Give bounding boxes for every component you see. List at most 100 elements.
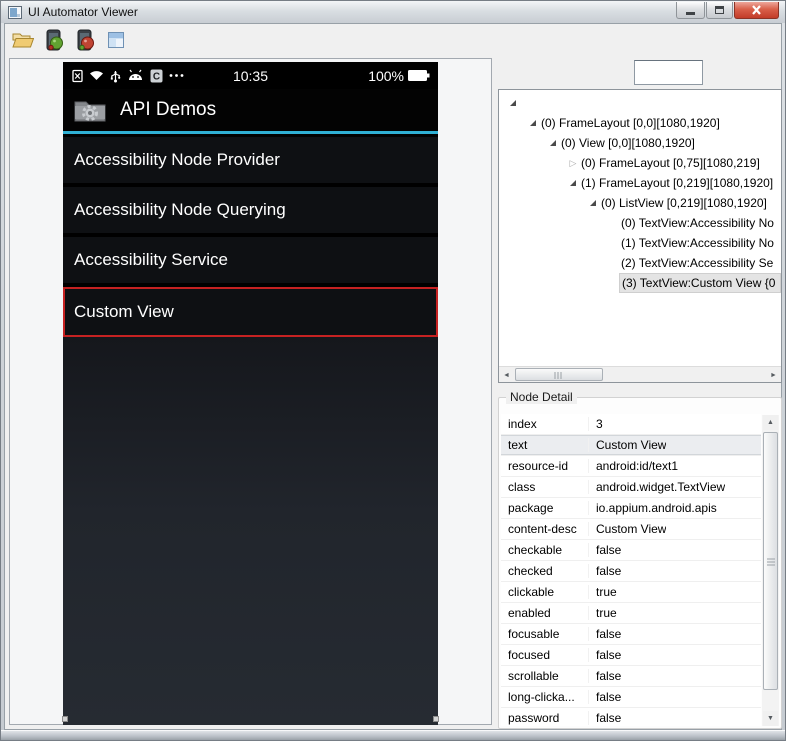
node-detail-value: true — [596, 606, 617, 620]
node-detail-key: enabled — [501, 606, 589, 620]
tree-node-label: (1) FrameLayout [0,219][1080,1920] — [581, 176, 774, 190]
node-detail-row[interactable]: class android.widget.TextView — [501, 477, 761, 498]
node-detail-value: false — [596, 627, 622, 641]
scroll-down-icon[interactable]: ▼ — [763, 711, 778, 726]
grip-icon — [554, 372, 564, 379]
save-screenshot-button[interactable] — [103, 27, 129, 53]
tree-expander-icon[interactable] — [547, 140, 559, 146]
tree-search-input[interactable] — [634, 60, 703, 85]
node-detail-row[interactable]: text Custom View — [501, 435, 761, 456]
device-list-item[interactable]: Accessibility Service — [63, 237, 438, 283]
node-detail-value: true — [596, 585, 617, 599]
close-icon — [752, 5, 761, 15]
node-detail-key: scrollable — [501, 669, 589, 683]
vscroll-thumb[interactable] — [763, 432, 778, 690]
tree-node-label: (2) TextView:Accessibility Se — [621, 256, 774, 270]
node-detail-row[interactable]: password false — [501, 708, 761, 726]
node-detail-value: false — [596, 711, 622, 725]
node-detail-row[interactable]: checked false — [501, 561, 761, 582]
tree-node-label: (3) TextView:Custom View {0 — [619, 273, 781, 293]
resize-handle-right[interactable] — [433, 716, 439, 722]
tree-expander-icon[interactable] — [587, 200, 599, 206]
node-detail-table: index 3 text Custom View resource-id and… — [501, 414, 761, 726]
node-detail-row[interactable]: focusable false — [501, 624, 761, 645]
tree-node[interactable]: (0) FrameLayout [0,0][1080,1920] — [499, 113, 781, 133]
tree-expander-icon[interactable]: ▷ — [567, 158, 579, 168]
node-detail-value: false — [596, 543, 622, 557]
maximize-icon — [715, 6, 724, 14]
device-screenshot-icon — [46, 29, 63, 51]
node-detail-key: focusable — [501, 627, 589, 641]
open-file-button[interactable] — [10, 27, 36, 53]
window-title: UI Automator Viewer — [28, 5, 138, 19]
device-list-item-label: Custom View — [74, 302, 174, 321]
tree-expander-icon[interactable] — [567, 180, 579, 186]
device-list-item-label: Accessibility Service — [74, 250, 228, 269]
tree-expander-icon[interactable] — [507, 100, 519, 106]
device-action-bar: API Demos — [63, 89, 438, 134]
tree-node[interactable]: (1) FrameLayout [0,219][1080,1920] — [499, 173, 781, 193]
node-detail-row[interactable]: checkable false — [501, 540, 761, 561]
scroll-right-icon[interactable]: ► — [766, 368, 781, 382]
hscroll-thumb[interactable] — [515, 368, 603, 381]
node-detail-row[interactable]: clickable true — [501, 582, 761, 603]
tree-expander-icon[interactable] — [527, 120, 539, 126]
tree-node[interactable]: (3) TextView:Custom View {0 — [499, 273, 781, 293]
node-detail-value: Custom View — [596, 438, 667, 452]
close-button[interactable] — [734, 2, 779, 19]
scroll-left-icon[interactable]: ◄ — [499, 368, 514, 382]
tree-node-label: (0) TextView:Accessibility No — [621, 216, 774, 230]
detail-vertical-scrollbar[interactable]: ▲ ▼ — [762, 415, 779, 726]
scroll-up-icon[interactable]: ▲ — [763, 415, 778, 430]
node-detail-key: focused — [501, 648, 589, 662]
device-list-item[interactable]: Custom View — [63, 287, 438, 337]
device-list-item-label: Accessibility Node Provider — [74, 150, 280, 169]
node-detail-value: false — [596, 669, 622, 683]
tree-horizontal-scrollbar[interactable]: ◄ ► — [499, 366, 781, 382]
node-detail-value: false — [596, 690, 622, 704]
node-detail-row[interactable]: long-clicka... false — [501, 687, 761, 708]
minimize-button[interactable] — [676, 2, 705, 19]
node-detail-row[interactable]: enabled true — [501, 603, 761, 624]
action-bar-title: API Demos — [120, 99, 217, 120]
node-detail-key: password — [501, 711, 589, 725]
tree-node[interactable] — [499, 93, 781, 113]
node-detail-row[interactable]: resource-id android:id/text1 — [501, 456, 761, 477]
device-screenshot[interactable]: C 10:35 100% API Demos Accessibility Nod… — [62, 62, 439, 725]
node-detail-key: index — [501, 417, 589, 431]
resize-handle-left[interactable] — [62, 716, 68, 722]
tree-node[interactable]: ▷ (0) FrameLayout [0,75][1080,219] — [499, 153, 781, 173]
device-list-item-label: Accessibility Node Querying — [74, 200, 286, 219]
open-folder-icon — [12, 33, 34, 48]
node-detail-row[interactable]: focused false — [501, 645, 761, 666]
battery-percent: 100% — [368, 67, 404, 84]
device-list-item[interactable]: Accessibility Node Provider — [63, 137, 438, 183]
tree-node[interactable]: (0) View [0,0][1080,1920] — [499, 133, 781, 153]
save-screenshot-icon — [108, 32, 124, 48]
tree-node[interactable]: (0) ListView [0,219][1080,1920] — [499, 193, 781, 213]
device-screenshot-compressed-icon — [77, 29, 94, 51]
tree-node[interactable]: (1) TextView:Accessibility No — [499, 233, 781, 253]
minimize-icon — [686, 12, 695, 15]
device-screenshot-button[interactable] — [41, 27, 67, 53]
node-detail-row[interactable]: scrollable false — [501, 666, 761, 687]
device-screenshot-compressed-button[interactable] — [72, 27, 98, 53]
title-bar: UI Automator Viewer — [1, 1, 785, 23]
tree-node[interactable]: (0) TextView:Accessibility No — [499, 213, 781, 233]
node-detail-row[interactable]: content-desc Custom View — [501, 519, 761, 540]
device-list: Accessibility Node Provider Accessibilit… — [63, 137, 438, 337]
device-status-bar: C 10:35 100% — [63, 62, 438, 89]
node-detail-value: android.widget.TextView — [596, 480, 726, 494]
node-detail-row[interactable]: package io.appium.android.apis — [501, 498, 761, 519]
maximize-button[interactable] — [706, 2, 733, 19]
tree-node-label: (0) FrameLayout [0,0][1080,1920] — [541, 116, 720, 130]
node-detail-row[interactable]: index 3 — [501, 414, 761, 435]
tree-node-label — [519, 101, 523, 105]
node-detail-value: io.appium.android.apis — [596, 501, 717, 515]
node-detail-key: content-desc — [501, 522, 589, 536]
device-list-item[interactable]: Accessibility Node Querying — [63, 187, 438, 233]
device-empty-area — [63, 337, 438, 725]
tree-node[interactable]: (2) TextView:Accessibility Se — [499, 253, 781, 273]
node-detail-key: checked — [501, 564, 589, 578]
node-detail-group: Node Detail index 3 text Custom View res… — [498, 390, 782, 729]
